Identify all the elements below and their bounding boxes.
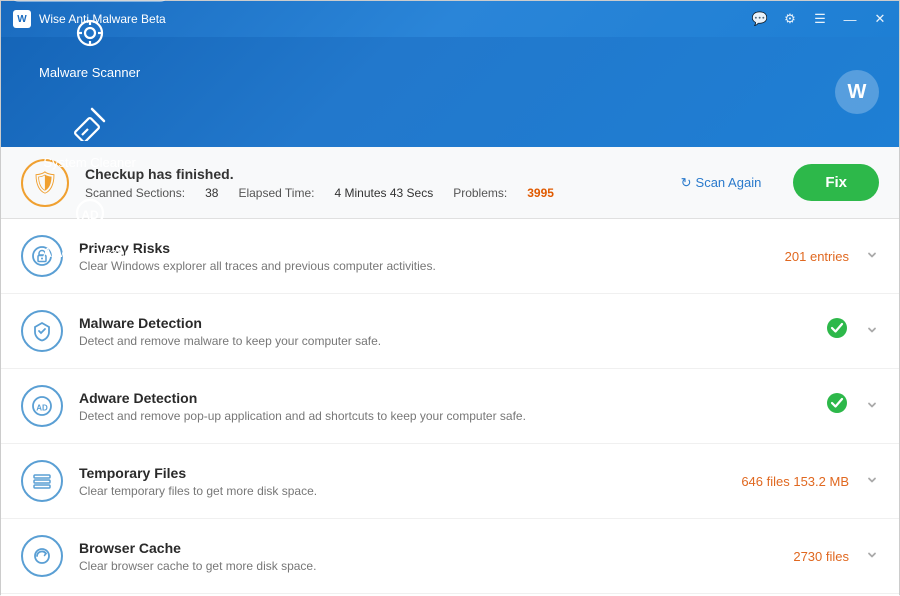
scan-again-button[interactable]: ↻ Scan Again: [681, 175, 762, 191]
refresh-icon: ↻: [681, 175, 692, 191]
list-item-malware-detection: Malware Detection Detect and remove malwa…: [1, 294, 899, 369]
browser-cache-content: Browser Cache Clear browser cache to get …: [79, 540, 793, 573]
adware-cleaner-label: Adware Cleaner: [43, 245, 136, 260]
adware-cleaner-icon: AD: [72, 195, 108, 239]
nav-item-malware-scanner[interactable]: Malware Scanner: [11, 2, 168, 92]
svg-text:AD: AD: [81, 208, 99, 222]
privacy-risks-desc: Clear Windows explorer all traces and pr…: [79, 259, 785, 273]
settings-circle-icon[interactable]: ⚙: [783, 12, 797, 26]
status-title: Checkup has finished.: [85, 166, 665, 182]
list-icon[interactable]: ☰: [813, 12, 827, 26]
browser-cache-chevron[interactable]: [865, 548, 879, 565]
list-item-temporary-files: Temporary Files Clear temporary files to …: [1, 444, 899, 519]
malware-detection-title: Malware Detection: [79, 315, 825, 331]
list-item-browser-cache: Browser Cache Clear browser cache to get …: [1, 519, 899, 594]
malware-detection-status: [825, 316, 849, 346]
nav-items: Quick Check Malware Scanner System Clean…: [11, 0, 168, 272]
svg-text:AD: AD: [36, 404, 48, 413]
malware-detection-desc: Detect and remove malware to keep your c…: [79, 334, 825, 348]
adware-detection-desc: Detect and remove pop-up application and…: [79, 409, 825, 423]
message-icon[interactable]: 💬: [753, 12, 767, 26]
close-button[interactable]: ✕: [873, 12, 887, 26]
nav-item-system-cleaner[interactable]: System Cleaner: [11, 92, 168, 182]
adware-detection-title: Adware Detection: [79, 390, 825, 406]
problems-label: Problems:: [453, 186, 507, 200]
status-info: Checkup has finished. Scanned Sections: …: [85, 166, 665, 200]
elapsed-label: Elapsed Time:: [238, 186, 314, 200]
temporary-files-icon: [21, 460, 63, 502]
temporary-files-chevron[interactable]: [865, 473, 879, 490]
malware-detection-chevron[interactable]: [865, 323, 879, 340]
malware-scanner-label: Malware Scanner: [39, 65, 140, 80]
nav-bar: Quick Check Malware Scanner System Clean…: [1, 37, 899, 147]
list-item-adware-detection: AD Adware Detection Detect and remove pop…: [1, 369, 899, 444]
temporary-files-content: Temporary Files Clear temporary files to …: [79, 465, 741, 498]
browser-cache-title: Browser Cache: [79, 540, 793, 556]
window-controls: 💬 ⚙ ☰ — ✕: [753, 12, 887, 26]
temporary-files-desc: Clear temporary files to get more disk s…: [79, 484, 741, 498]
scan-again-label: Scan Again: [696, 175, 762, 190]
avatar[interactable]: W: [835, 70, 879, 114]
privacy-risks-chevron[interactable]: [865, 248, 879, 265]
browser-cache-desc: Clear browser cache to get more disk spa…: [79, 559, 793, 573]
elapsed-value: 4 Minutes 43 Secs: [334, 186, 433, 200]
adware-detection-icon: AD: [21, 385, 63, 427]
scanned-value: 38: [205, 186, 218, 200]
temporary-files-title: Temporary Files: [79, 465, 741, 481]
system-cleaner-label: System Cleaner: [43, 155, 135, 170]
problems-value: 3995: [527, 186, 554, 200]
browser-cache-status: 2730 files: [793, 549, 849, 564]
content-list: Privacy Risks Clear Windows explorer all …: [1, 219, 899, 596]
privacy-risks-status: 201 entries: [785, 249, 849, 264]
nav-item-adware-cleaner[interactable]: AD Adware Cleaner: [11, 182, 168, 272]
malware-detection-content: Malware Detection Detect and remove malwa…: [79, 315, 825, 348]
privacy-risks-title: Privacy Risks: [79, 240, 785, 256]
adware-detection-status: [825, 391, 849, 421]
status-details: Scanned Sections: 38 Elapsed Time: 4 Min…: [85, 186, 665, 200]
privacy-risks-content: Privacy Risks Clear Windows explorer all …: [79, 240, 785, 273]
browser-cache-icon: [21, 535, 63, 577]
fix-button[interactable]: Fix: [793, 164, 879, 201]
minimize-button[interactable]: —: [843, 12, 857, 26]
adware-detection-chevron[interactable]: [865, 398, 879, 415]
system-cleaner-icon: [72, 105, 108, 149]
malware-detection-icon: [21, 310, 63, 352]
temporary-files-status: 646 files 153.2 MB: [741, 474, 849, 489]
adware-detection-content: Adware Detection Detect and remove pop-up…: [79, 390, 825, 423]
malware-scanner-icon: [72, 15, 108, 59]
